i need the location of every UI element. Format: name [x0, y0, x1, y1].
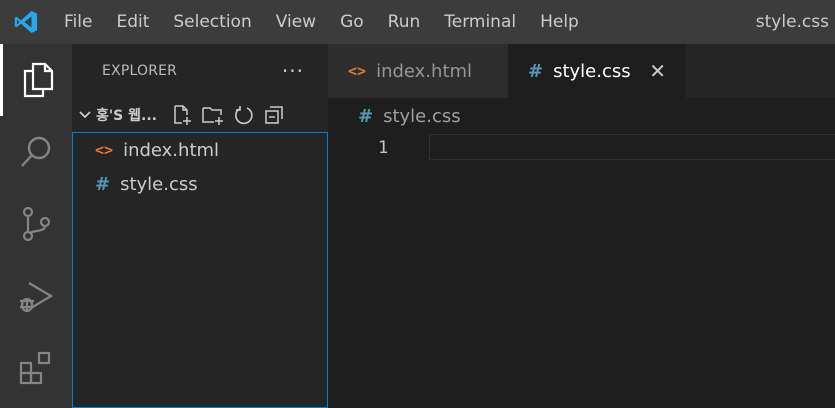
- tab-label: style.css: [553, 60, 631, 82]
- vscode-logo-icon: [0, 0, 52, 44]
- menu-file[interactable]: File: [52, 0, 104, 44]
- editor-tabs: <> index.html # style.css ✕: [328, 44, 835, 98]
- css-file-icon: #: [528, 60, 544, 82]
- folder-actions: [171, 104, 285, 126]
- window-title: style.css: [755, 12, 829, 32]
- file-label: style.css: [120, 173, 198, 195]
- folder-name: 홍'S 웹...: [96, 108, 157, 124]
- search-icon[interactable]: [0, 116, 72, 188]
- menu-terminal[interactable]: Terminal: [432, 0, 528, 44]
- html-file-icon: <>: [348, 62, 367, 80]
- menu-bar: File Edit Selection View Go Run Terminal…: [52, 0, 591, 44]
- code-line[interactable]: 1: [328, 134, 835, 164]
- menu-edit[interactable]: Edit: [104, 0, 161, 44]
- editor-area: <> index.html # style.css ✕ # style.css …: [328, 44, 835, 408]
- tab-style-css[interactable]: # style.css ✕: [508, 44, 686, 98]
- extensions-icon[interactable]: [0, 332, 72, 404]
- current-line-highlight[interactable]: [429, 134, 835, 160]
- breadcrumb[interactable]: # style.css: [328, 98, 835, 134]
- menu-selection[interactable]: Selection: [161, 0, 263, 44]
- explorer-title: EXPLORER: [102, 63, 178, 79]
- breadcrumb-label: style.css: [383, 105, 461, 127]
- activity-bar: [0, 44, 72, 408]
- file-item-index-html[interactable]: <> index.html: [73, 133, 327, 167]
- run-debug-icon[interactable]: [0, 260, 72, 332]
- refresh-icon[interactable]: [233, 104, 255, 126]
- collapse-all-icon[interactable]: [263, 104, 285, 126]
- workspace-folder[interactable]: 홍'S 웹...: [72, 98, 328, 132]
- explorer-sidebar: EXPLORER ··· 홍'S 웹... <> index.html # st…: [72, 44, 328, 408]
- html-file-icon: <>: [95, 141, 114, 159]
- explorer-header: EXPLORER ···: [72, 44, 328, 98]
- file-tree: <> index.html # style.css: [72, 132, 328, 408]
- tab-label: index.html: [376, 60, 473, 82]
- menu-run[interactable]: Run: [376, 0, 433, 44]
- source-control-icon[interactable]: [0, 188, 72, 260]
- new-folder-icon[interactable]: [201, 104, 225, 126]
- explorer-icon[interactable]: [0, 44, 72, 116]
- title-bar: File Edit Selection View Go Run Terminal…: [0, 0, 835, 44]
- css-file-icon: #: [358, 105, 374, 127]
- more-actions-icon[interactable]: ···: [282, 61, 304, 81]
- line-number: 1: [378, 138, 389, 158]
- menu-help[interactable]: Help: [528, 0, 591, 44]
- tab-index-html[interactable]: <> index.html: [328, 44, 508, 98]
- file-item-style-css[interactable]: # style.css: [73, 167, 327, 201]
- menu-view[interactable]: View: [264, 0, 328, 44]
- new-file-icon[interactable]: [171, 104, 193, 126]
- menu-go[interactable]: Go: [328, 0, 376, 44]
- close-icon[interactable]: ✕: [649, 59, 666, 83]
- file-label: index.html: [123, 139, 220, 161]
- css-file-icon: #: [95, 173, 111, 195]
- chevron-down-icon[interactable]: [78, 108, 92, 122]
